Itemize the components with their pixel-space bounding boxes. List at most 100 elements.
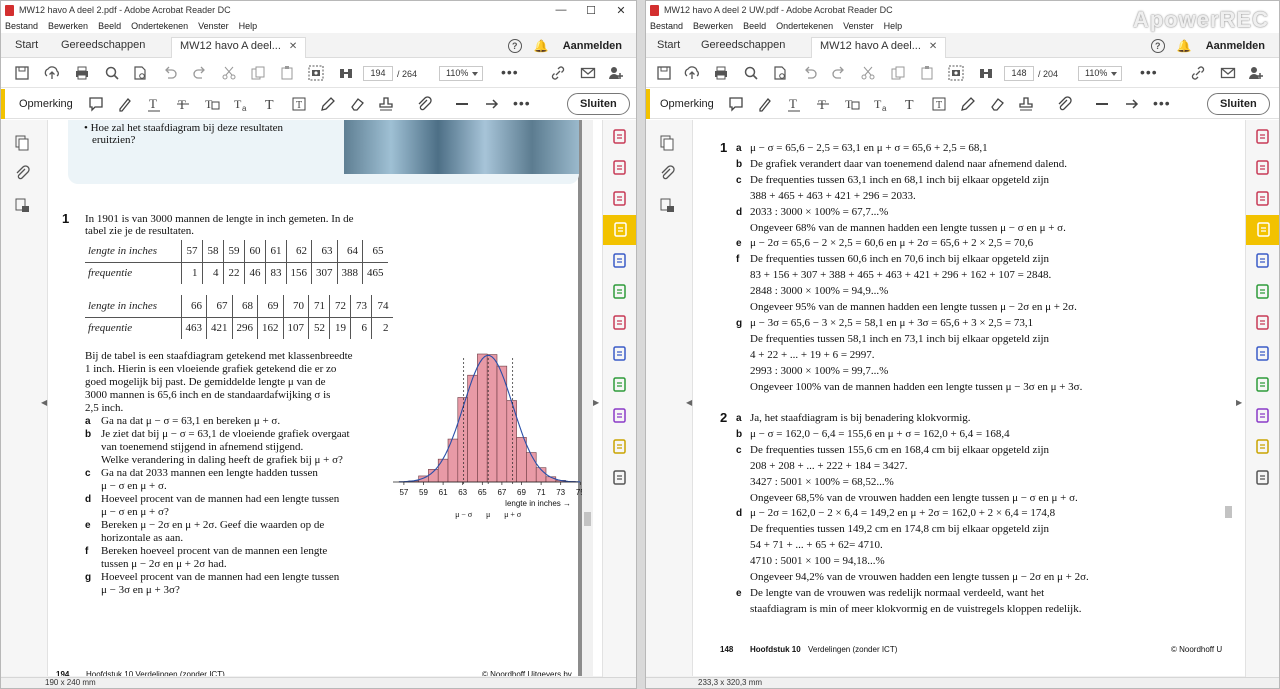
menu-bestand[interactable]: Bestand: [5, 21, 38, 31]
add-user-icon[interactable]: [607, 64, 625, 82]
menu-beeld[interactable]: Beeld: [743, 21, 766, 31]
sticky-note-icon[interactable]: [87, 95, 105, 113]
more-comment-tools-icon[interactable]: •••: [513, 96, 531, 110]
minimize-button[interactable]: —: [546, 1, 576, 19]
pencil-icon[interactable]: [959, 95, 977, 113]
edit-pdf-icon[interactable]: [1254, 283, 1272, 301]
close-window-button[interactable]: ✕: [606, 1, 636, 19]
menu-venster[interactable]: Venster: [843, 21, 874, 31]
collapse-right-panel-icon[interactable]: ▶: [593, 398, 599, 407]
cut-icon[interactable]: [220, 64, 238, 82]
maximize-button[interactable]: ☐: [576, 1, 606, 19]
comment-tool-icon[interactable]: [1246, 215, 1279, 245]
print-icon[interactable]: [73, 64, 91, 82]
menu-bewerken[interactable]: Bewerken: [693, 21, 733, 31]
insert-text-icon[interactable]: Ta: [232, 95, 250, 113]
scroll-thumb[interactable]: [1225, 506, 1232, 518]
copy-icon[interactable]: [249, 64, 267, 82]
vertical-scrollbar[interactable]: [1223, 120, 1234, 678]
strikethrough-icon[interactable]: T: [814, 95, 832, 113]
search-icon[interactable]: [742, 64, 760, 82]
edit-pdf-icon[interactable]: [611, 283, 629, 301]
link-edit-icon[interactable]: [549, 64, 567, 82]
attachments-icon[interactable]: [658, 164, 676, 182]
add-text-icon[interactable]: T: [261, 95, 279, 113]
request-signature-icon[interactable]: [611, 438, 629, 456]
document-search-icon[interactable]: [771, 64, 789, 82]
upload-icon[interactable]: [683, 64, 701, 82]
arrow-icon[interactable]: [483, 95, 501, 113]
copy-icon[interactable]: [889, 64, 907, 82]
close-tab-icon[interactable]: ✕: [289, 41, 297, 52]
replace-text-icon[interactable]: T: [203, 95, 221, 113]
export-pdf-icon[interactable]: [1254, 128, 1272, 146]
arrow-icon[interactable]: [1123, 95, 1141, 113]
paste-icon[interactable]: [278, 64, 296, 82]
tab-document[interactable]: MW12 havo A deel... ✕: [171, 37, 307, 58]
tab-start[interactable]: Start: [15, 37, 38, 58]
protect-icon[interactable]: [611, 345, 629, 363]
menu-help[interactable]: Help: [884, 21, 903, 31]
tab-start[interactable]: Start: [657, 37, 680, 58]
fill-sign-icon[interactable]: [611, 314, 629, 332]
text-box-icon[interactable]: T: [290, 95, 308, 113]
redo-icon[interactable]: [191, 64, 209, 82]
more-tools-icon[interactable]: [1254, 469, 1272, 487]
eraser-icon[interactable]: [348, 95, 366, 113]
highlight-icon[interactable]: [756, 95, 774, 113]
stamp-icon[interactable]: [377, 95, 395, 113]
link-edit-icon[interactable]: [1189, 64, 1207, 82]
organize-pages-icon[interactable]: [1254, 159, 1272, 177]
page-number-input[interactable]: 194: [363, 66, 393, 81]
more-tools-icon[interactable]: •••: [501, 65, 519, 79]
redo-icon[interactable]: [830, 64, 848, 82]
create-pdf-icon[interactable]: [611, 190, 629, 208]
read-mode-icon[interactable]: [337, 64, 355, 82]
attachments-icon[interactable]: [13, 164, 31, 182]
bookmarks-lock-icon[interactable]: [13, 196, 31, 214]
bookmarks-lock-icon[interactable]: [658, 196, 676, 214]
scroll-thumb[interactable]: [584, 512, 591, 526]
insert-text-icon[interactable]: Ta: [872, 95, 890, 113]
scan-ocr-icon[interactable]: [1254, 376, 1272, 394]
bell-icon[interactable]: 🔔: [534, 39, 549, 53]
upload-icon[interactable]: [43, 64, 61, 82]
help-icon[interactable]: ?: [1150, 38, 1165, 53]
search-icon[interactable]: [103, 64, 121, 82]
combine-files-icon[interactable]: [1254, 252, 1272, 270]
collapse-right-panel-icon[interactable]: ▶: [1236, 398, 1242, 407]
sign-in-button[interactable]: Aanmelden: [1206, 40, 1265, 52]
menu-beeld[interactable]: Beeld: [98, 21, 121, 31]
send-signature-icon[interactable]: [611, 407, 629, 425]
save-icon[interactable]: [13, 64, 31, 82]
snapshot-icon[interactable]: [307, 64, 325, 82]
tab-tools[interactable]: Gereedschappen: [61, 37, 145, 58]
email-icon[interactable]: [1219, 64, 1237, 82]
menu-help[interactable]: Help: [239, 21, 258, 31]
export-pdf-icon[interactable]: [611, 128, 629, 146]
page-number-input[interactable]: 148: [1004, 66, 1034, 81]
menu-ondertekenen[interactable]: Ondertekenen: [131, 21, 188, 31]
tab-document[interactable]: MW12 havo A deel... ✕: [811, 37, 947, 58]
zoom-select[interactable]: 110%: [439, 66, 484, 81]
undo-icon[interactable]: [801, 64, 819, 82]
combine-files-icon[interactable]: [611, 252, 629, 270]
comment-tool-icon[interactable]: [603, 215, 636, 245]
collapse-left-panel-icon[interactable]: ◀: [686, 398, 692, 407]
organize-pages-icon[interactable]: [611, 159, 629, 177]
vertical-scrollbar[interactable]: [582, 120, 593, 678]
stamp-icon[interactable]: [1017, 95, 1035, 113]
more-tools-icon[interactable]: •••: [1140, 65, 1158, 79]
attach-file-icon[interactable]: [1055, 95, 1073, 113]
menu-venster[interactable]: Venster: [198, 21, 229, 31]
scan-ocr-icon[interactable]: [611, 376, 629, 394]
underline-text-icon[interactable]: T: [785, 95, 803, 113]
pencil-icon[interactable]: [319, 95, 337, 113]
help-icon[interactable]: ?: [507, 38, 522, 53]
menu-ondertekenen[interactable]: Ondertekenen: [776, 21, 833, 31]
text-box-icon[interactable]: T: [930, 95, 948, 113]
request-signature-icon[interactable]: [1254, 438, 1272, 456]
menu-bewerken[interactable]: Bewerken: [48, 21, 88, 31]
collapse-left-panel-icon[interactable]: ◀: [41, 398, 47, 407]
document-search-icon[interactable]: [131, 64, 149, 82]
